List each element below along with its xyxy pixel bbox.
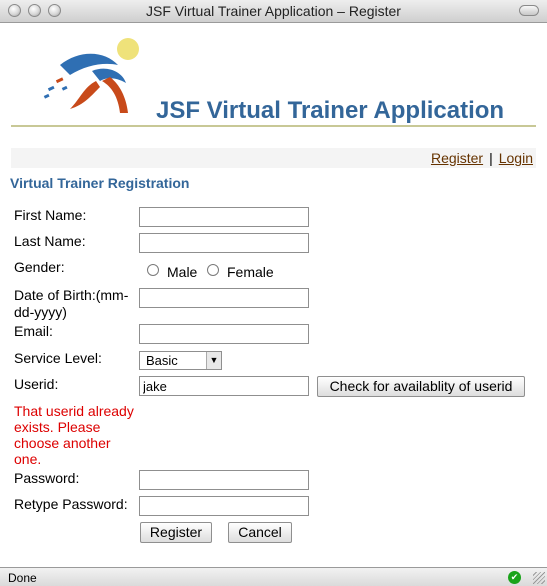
gender-label: Gender: <box>14 259 65 275</box>
window-title: JSF Virtual Trainer Application – Regist… <box>146 3 401 19</box>
chevron-down-icon: ▼ <box>206 352 221 369</box>
page-content: JSF Virtual Trainer Application Register… <box>0 23 547 566</box>
gender-male-label: Male <box>167 264 198 280</box>
retype-password-input[interactable] <box>139 496 309 516</box>
service-level-value: Basic <box>146 353 178 368</box>
cancel-button[interactable]: Cancel <box>228 522 292 543</box>
login-link[interactable]: Login <box>499 150 533 166</box>
retype-password-label: Retype Password: <box>14 496 128 512</box>
register-link[interactable]: Register <box>431 150 483 166</box>
userid-input[interactable] <box>139 376 309 396</box>
nav-separator: | <box>489 150 493 166</box>
gender-female-radio[interactable] <box>207 264 219 276</box>
form-heading: Virtual Trainer Registration <box>10 175 190 191</box>
gender-male-radio[interactable] <box>147 264 159 276</box>
resize-grip[interactable] <box>533 572 545 584</box>
status-bar: Done ✔ <box>0 567 547 586</box>
header-divider <box>11 125 536 127</box>
window-titlebar: JSF Virtual Trainer Application – Regist… <box>0 0 547 23</box>
last-name-input[interactable] <box>139 233 309 253</box>
status-text: Done <box>8 571 37 585</box>
app-title: JSF Virtual Trainer Application <box>156 97 505 124</box>
runner-logo-icon <box>43 38 139 113</box>
dob-input[interactable] <box>139 288 309 308</box>
register-button[interactable]: Register <box>140 522 212 543</box>
dob-label: Date of Birth:(mm-dd-yyyy) <box>14 287 129 320</box>
gender-female-label: Female <box>227 264 274 280</box>
password-input[interactable] <box>139 470 309 490</box>
toolbar-toggle-button[interactable] <box>519 5 539 16</box>
last-name-label: Last Name: <box>14 233 86 249</box>
userid-label: Userid: <box>14 376 59 392</box>
service-level-label: Service Level: <box>14 350 102 366</box>
check-userid-button[interactable]: Check for availablity of userid <box>317 376 525 397</box>
password-label: Password: <box>14 470 80 486</box>
userid-error-message: That userid already exists. Please choos… <box>14 403 134 467</box>
service-level-select[interactable]: Basic ▼ <box>139 351 222 370</box>
first-name-input[interactable] <box>139 207 309 227</box>
check-icon: ✔ <box>508 571 521 584</box>
first-name-label: First Name: <box>14 207 87 223</box>
email-label: Email: <box>14 323 53 339</box>
nav-bar: Register | Login <box>11 148 536 168</box>
email-input[interactable] <box>139 324 309 344</box>
